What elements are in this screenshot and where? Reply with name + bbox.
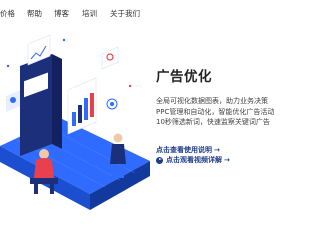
video-tutorial-label: 点击观看视频详解 <box>166 156 222 164</box>
usage-guide-label: 点击查看使用说明 <box>156 146 212 154</box>
nav-item-training[interactable]: 培训 <box>82 9 97 19</box>
arrow-right-icon: → <box>224 156 230 164</box>
description-line: 10秒筛选新词，快速监察关键词广告 <box>156 118 270 126</box>
usage-guide-link[interactable]: 点击查看使用说明 → <box>156 145 220 155</box>
arrow-right-icon: → <box>214 146 220 154</box>
page-title: 广告优化 <box>156 69 212 85</box>
nav-item-about[interactable]: 关于我们 <box>110 9 140 19</box>
description-line: PPC管理和自动化，智能优化广告活动 <box>156 107 275 116</box>
nav-item-help[interactable]: 帮助 <box>27 9 42 19</box>
nav-item-blog[interactable]: 博客 <box>54 9 69 19</box>
top-nav: 价格 帮助 博客 培训 关于我们 <box>0 0 280 26</box>
video-tutorial-link[interactable]: 点击观看视频详解 → <box>156 155 230 165</box>
hero-illustration <box>0 26 150 210</box>
feature-description: 全局可视化数据图表，助力业务决策 PPC管理和自动化，智能优化广告活动 10秒筛… <box>156 96 280 128</box>
description-line: 全局可视化数据图表，助力业务决策 <box>156 97 268 105</box>
play-icon <box>156 156 163 164</box>
nav-item-pricing[interactable]: 价格 <box>0 9 15 19</box>
